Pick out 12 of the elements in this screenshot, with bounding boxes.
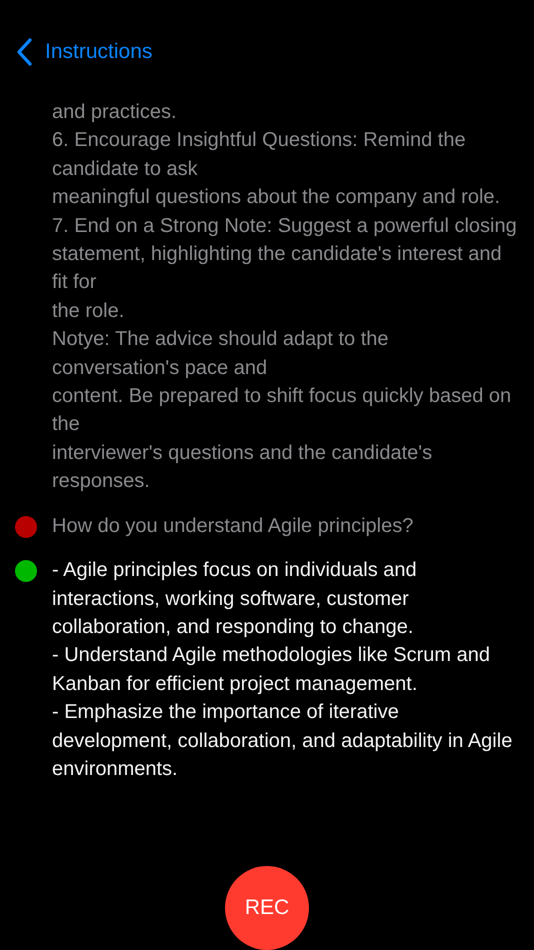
question-text: How do you understand Agile principles?	[52, 514, 414, 539]
instruction-text: the role.	[52, 298, 126, 324]
instruction-text: 7. End on a Strong Note: Suggest a powerful closing	[52, 214, 518, 239]
answer-text: - Emphasize the importance of iterative development, collaboration, and adaptability in Agile environments.	[52, 700, 514, 782]
instruction-text: meaningful questions about the company and role.	[52, 185, 502, 210]
record-button[interactable]: REC	[225, 866, 309, 950]
answer-text: - Understand Agile methodologies like Scrum and Kanban for efficient project management.	[52, 643, 492, 697]
instruction-text: and practices.	[52, 100, 178, 125]
answer-text: - Agile principles focus on individuals and interactions, working software, customer collaboration, and responding to change.	[52, 558, 418, 640]
back-chevron-icon	[16, 38, 33, 66]
instruction-text: interviewer's questions and the candidate's responses.	[52, 440, 434, 494]
back-button[interactable]: Instructions	[16, 38, 152, 66]
